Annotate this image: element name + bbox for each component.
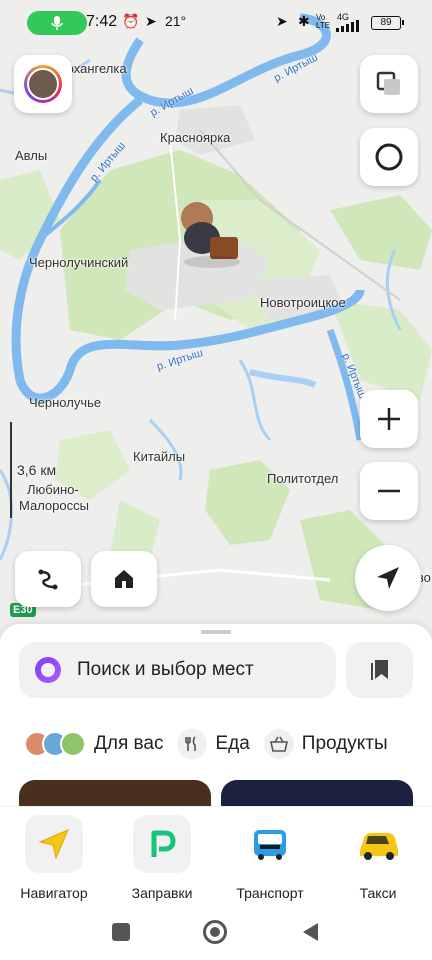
place-label-avly: Авлы [15, 148, 48, 163]
bookmarks-button[interactable] [346, 642, 413, 698]
bus-icon [241, 815, 299, 873]
avatars-icon [24, 731, 86, 757]
profile-button[interactable] [14, 55, 72, 113]
home-button[interactable] [91, 551, 157, 607]
chip-label: Продукты [301, 733, 388, 754]
home-icon [115, 570, 133, 588]
fuel-p-icon [133, 815, 191, 873]
recommendation-cards [0, 780, 432, 806]
layers-icon [376, 71, 400, 95]
alarm-icon: ⏰ [122, 13, 140, 29]
recommendation-card[interactable] [221, 780, 413, 806]
place-label-chernoluchye: Чернолучье [29, 395, 102, 410]
recommendation-card[interactable] [19, 780, 211, 806]
place-label-politotdel: Политотдел [267, 471, 339, 486]
recent-apps-button[interactable] [112, 923, 130, 941]
navigator-arrow-icon [25, 815, 83, 873]
home-nav-button[interactable] [203, 920, 227, 944]
mic-icon [51, 16, 63, 30]
status-time: 7:42 [86, 13, 118, 30]
category-chips: Для вас Еда Продукты [24, 728, 402, 760]
route-icon [38, 569, 58, 590]
volte-icon: Vo LTE [316, 13, 331, 30]
scale-text: 3,6 км [17, 462, 57, 478]
search-bar[interactable]: Поиск и выбор мест [19, 642, 336, 698]
app-navigator[interactable]: Навигатор [4, 815, 104, 901]
place-label-malorossy: Малороссы [19, 498, 89, 513]
signal-icon [336, 20, 359, 32]
chip-for-you[interactable]: Для вас [24, 731, 163, 757]
zoom-out-button[interactable] [360, 462, 418, 520]
app-label: Навигатор [20, 885, 88, 901]
app-fuel[interactable]: Заправки [112, 815, 212, 901]
yandex-maps-screen: р. Иртыш р. Иртыш р. Иртыш р. Иртыш р. И… [0, 0, 432, 960]
layers-button[interactable] [360, 55, 418, 113]
back-button[interactable] [300, 921, 320, 943]
status-bar: 7:42 ⏰ ➤ 21° ➤ ✱ Vo LTE 4G 89 [0, 0, 432, 44]
location-status-icon: ➤ [145, 13, 157, 29]
zoom-in-button[interactable] [360, 390, 418, 448]
search-placeholder: Поиск и выбор мест [77, 659, 254, 680]
place-label-novotroitskoe: Новотроицкое [260, 295, 346, 310]
fork-knife-icon [177, 729, 208, 759]
app-label: Такси [359, 885, 397, 901]
app-label: Заправки [131, 885, 193, 901]
battery-indicator: 89 [371, 16, 404, 30]
routes-button[interactable] [15, 551, 81, 607]
sheet-handle[interactable] [201, 630, 231, 634]
bookmarks-icon [370, 660, 388, 680]
bluetooth-icon: ✱ [298, 13, 310, 29]
chip-label: Еда [215, 733, 250, 754]
app-transport[interactable]: Транспорт [220, 815, 320, 901]
taxi-car-icon [349, 815, 407, 873]
temperature-text: 21° [165, 13, 187, 29]
alice-icon[interactable] [35, 657, 61, 683]
minus-icon [378, 489, 400, 493]
avatar [24, 65, 62, 103]
chip-label: Для вас [94, 733, 164, 754]
alice-map-button[interactable] [360, 128, 418, 186]
place-label-chernoluchinsky: Чернолучинский [29, 255, 129, 270]
system-nav-bar [0, 906, 432, 960]
location-arrow-icon [377, 567, 399, 589]
chip-groceries[interactable]: Продукты [263, 729, 388, 759]
map-view[interactable]: р. Иртыш р. Иртыш р. Иртыш р. Иртыш р. И… [0, 0, 432, 640]
basket-icon [263, 729, 294, 759]
app-taxi[interactable]: Такси [328, 815, 428, 901]
place-label-lyubino: Любино- [27, 482, 79, 497]
app-label: Транспорт [236, 885, 304, 901]
chip-food[interactable]: Еда [177, 729, 250, 759]
my-location-button[interactable] [355, 545, 421, 611]
app-shortcuts: Навигатор Заправки Транспорт Такси [0, 806, 432, 906]
plus-icon [378, 408, 400, 430]
mic-indicator [27, 11, 87, 35]
alice-ring-icon [375, 143, 403, 171]
scale-bar [10, 422, 12, 518]
navigation-status-icon: ➤ [276, 13, 288, 29]
place-label-kitayly: Китайлы [133, 449, 186, 464]
place-label-krasnoyarka: Красноярка [160, 130, 231, 145]
